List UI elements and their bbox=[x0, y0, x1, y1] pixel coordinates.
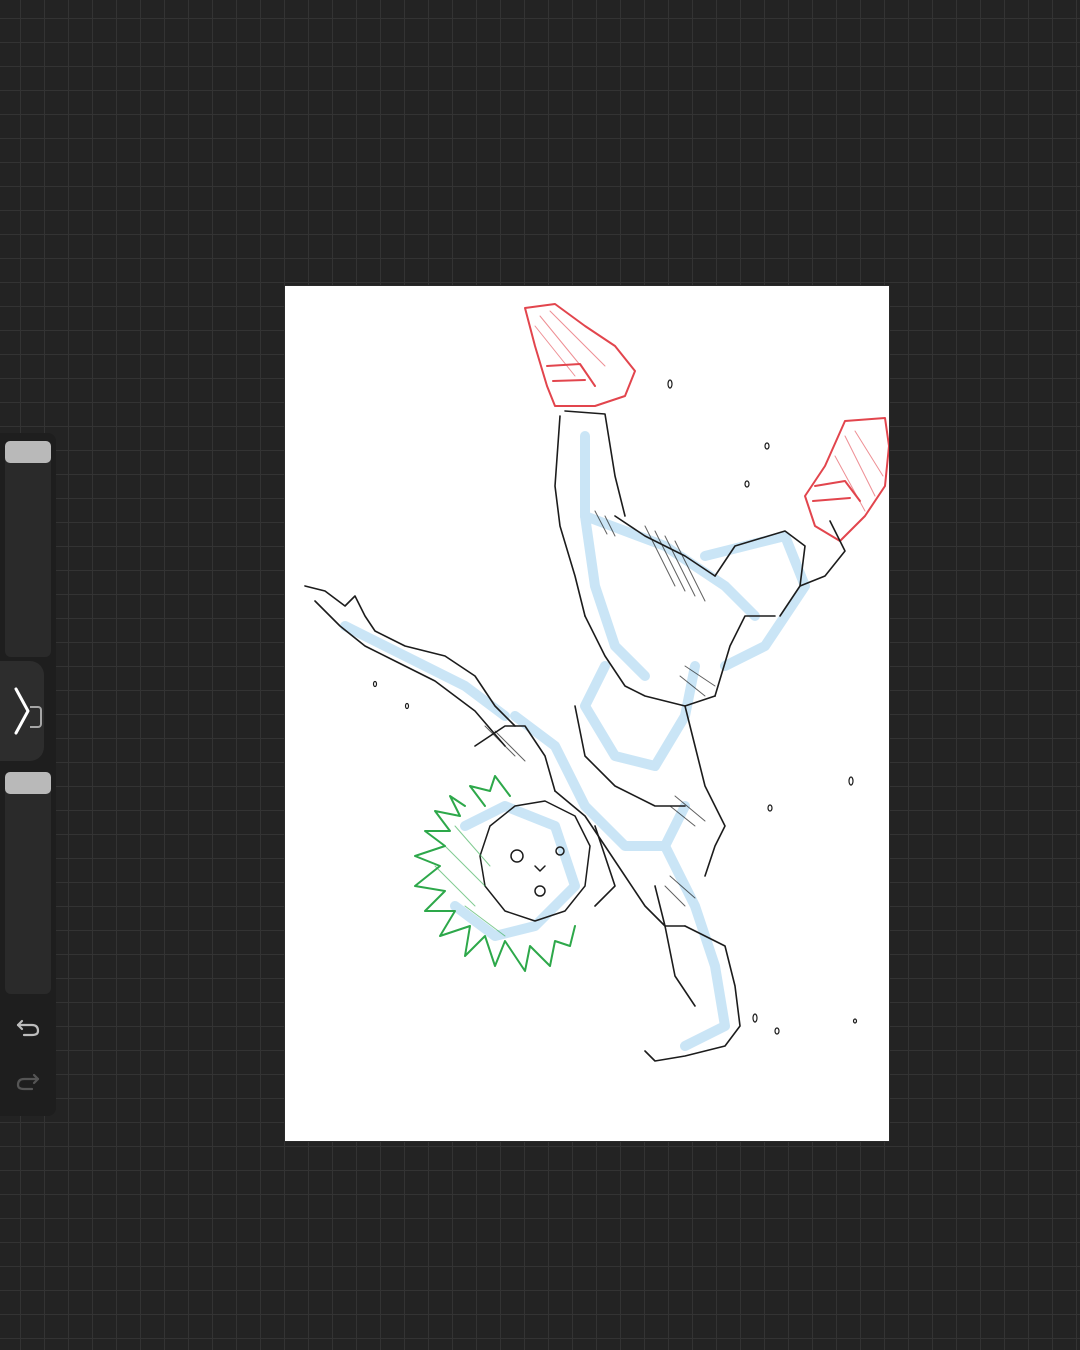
brush-size-slider-thumb[interactable] bbox=[5, 441, 51, 463]
sketch-artwork bbox=[304, 303, 889, 1062]
drawing-canvas[interactable] bbox=[285, 286, 889, 1141]
undo-button[interactable] bbox=[12, 1011, 44, 1043]
redo-icon bbox=[16, 1073, 40, 1091]
opacity-slider[interactable] bbox=[5, 772, 51, 994]
undo-icon bbox=[16, 1019, 40, 1037]
redo-button[interactable] bbox=[12, 1065, 44, 1097]
square-icon bbox=[30, 706, 42, 728]
sidebar bbox=[0, 433, 56, 1116]
opacity-slider-thumb[interactable] bbox=[5, 772, 51, 794]
brush-size-slider[interactable] bbox=[5, 441, 51, 657]
